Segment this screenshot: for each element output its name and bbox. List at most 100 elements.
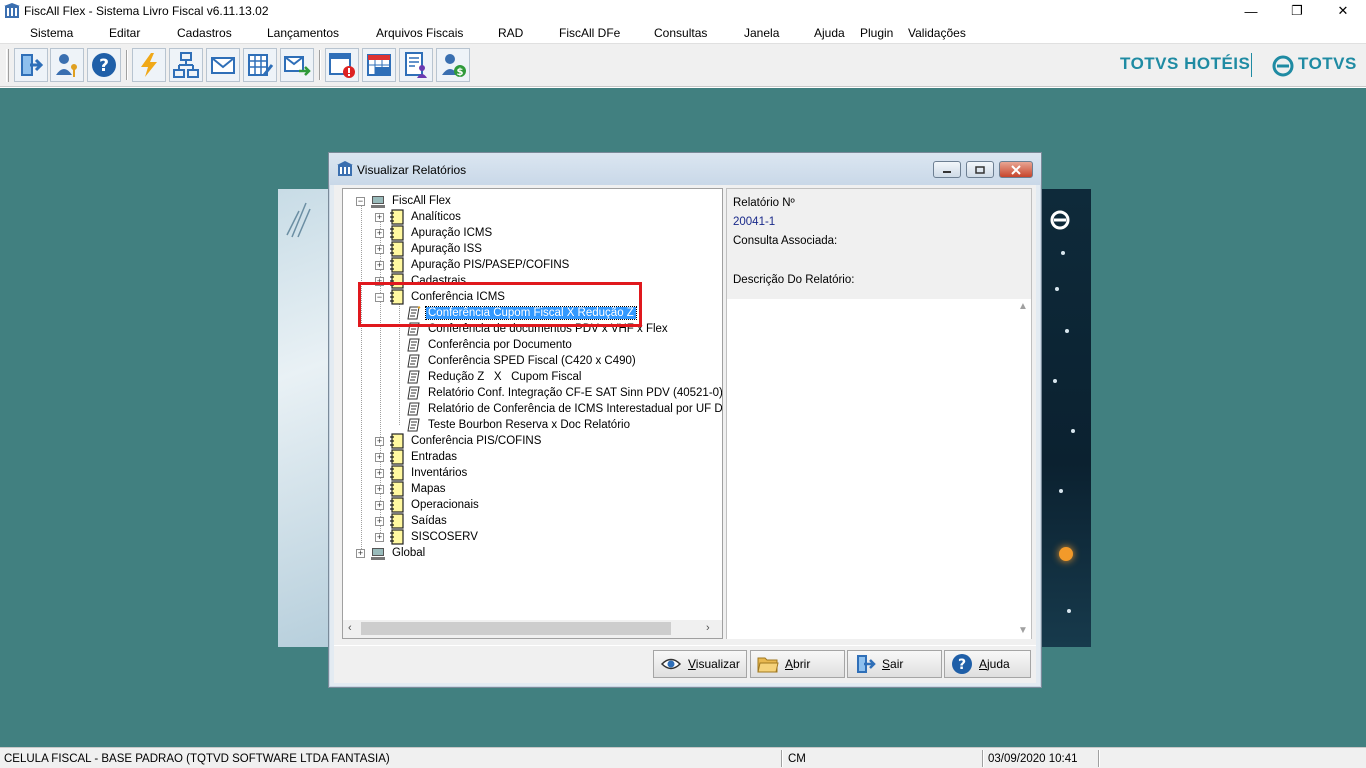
tree-node-group[interactable]: + Inventários	[375, 465, 469, 481]
menu-plugin[interactable]: Plugin	[860, 26, 893, 40]
network-button[interactable]	[169, 48, 203, 82]
tree-leaf-report[interactable]: Redução Z X Cupom Fiscal	[407, 369, 583, 385]
tree-node-group[interactable]: + Conferência PIS/COFINS	[375, 433, 543, 449]
tree-leaf-report[interactable]: Teste Bourbon Reserva x Doc Relatório	[407, 417, 632, 433]
send-mail-button[interactable]	[280, 48, 314, 82]
expand-icon[interactable]: +	[375, 516, 384, 526]
status-bar: CELULA FISCAL - BASE PADRAO (TQTVD SOFTW…	[0, 747, 1366, 768]
expand-icon[interactable]: +	[356, 548, 365, 558]
menu-editar[interactable]: Editar	[109, 26, 140, 40]
tree-leaf-report[interactable]: Relatório Conf. Integração CF-E SAT Sinn…	[407, 385, 722, 401]
tree-node-group[interactable]: + Entradas	[375, 449, 459, 465]
menu-consultas[interactable]: Consultas	[654, 26, 707, 40]
lightning-button[interactable]	[132, 48, 166, 82]
svg-text:?: ?	[958, 657, 966, 673]
tree-node-root[interactable]: − FiscAll Flex	[356, 193, 453, 209]
description-vertical-scrollbar[interactable]: ▲ ▼	[1014, 299, 1031, 639]
user-key-icon	[56, 54, 77, 77]
expand-icon[interactable]: +	[375, 532, 384, 542]
spreadsheet-edit-button[interactable]	[243, 48, 277, 82]
collapse-icon[interactable]: −	[356, 196, 365, 206]
light-dot	[1071, 429, 1075, 433]
tree-leaf-report[interactable]: Conferência SPED Fiscal (C420 x C490)	[407, 353, 638, 369]
abrir-button[interactable]: Abrir	[750, 650, 845, 678]
tree-node-group[interactable]: + Mapas	[375, 481, 448, 497]
expand-icon[interactable]: +	[375, 452, 384, 462]
tree-horizontal-scrollbar[interactable]: ‹ ›	[343, 620, 722, 638]
restore-button[interactable]: ❐	[1274, 0, 1320, 22]
menu-lancamentos[interactable]: Lançamentos	[267, 26, 339, 40]
scroll-right-icon[interactable]: ›	[706, 622, 710, 634]
tree-node-group[interactable]: + Apuração PIS/PASEP/COFINS	[375, 257, 571, 273]
minimize-button[interactable]: —	[1228, 0, 1274, 22]
close-icon	[1011, 164, 1021, 175]
report-info-panel: Relatório Nº 20041-1 Consulta Associada:…	[726, 188, 1032, 639]
tree-node-group[interactable]: + Analíticos	[375, 209, 463, 225]
user-key-button[interactable]	[50, 48, 84, 82]
menu-sistema[interactable]: Sistema	[30, 26, 73, 40]
expand-icon[interactable]: +	[375, 468, 384, 478]
light-dot	[1059, 489, 1063, 493]
expand-icon[interactable]: +	[375, 436, 384, 446]
dialog-minimize-button[interactable]	[933, 161, 961, 178]
help-button[interactable]: ?	[87, 48, 121, 82]
svg-text:?: ?	[99, 56, 109, 76]
description-label: Descrição Do Relatório:	[733, 274, 855, 286]
tree-node-group[interactable]: + Operacionais	[375, 497, 481, 513]
svg-text:$: $	[457, 67, 464, 78]
close-button[interactable]: ✕	[1320, 0, 1366, 22]
menu-rad[interactable]: RAD	[498, 26, 523, 40]
window-alert-button[interactable]	[325, 48, 359, 82]
toolbar-separator	[126, 50, 128, 80]
menu-janela[interactable]: Janela	[744, 26, 779, 40]
icms-calendar-button[interactable]	[362, 48, 396, 82]
ajuda-button[interactable]: ? Ajuda	[944, 650, 1031, 678]
highlight-annotation	[358, 282, 642, 327]
totvs-symbol-icon	[1050, 210, 1070, 230]
menu-validacoes[interactable]: Validações	[908, 26, 966, 40]
tree-node-group[interactable]: + SISCOSERV	[375, 529, 480, 545]
expand-icon[interactable]: +	[375, 484, 384, 494]
notebook-icon	[390, 529, 404, 545]
computer-icon	[371, 548, 385, 560]
scrollbar-thumb[interactable]	[361, 622, 671, 635]
document-user-button[interactable]	[399, 48, 433, 82]
expand-icon[interactable]: +	[375, 212, 384, 222]
dialog-maximize-button[interactable]	[966, 161, 994, 178]
report-number-label: Relatório Nº	[733, 197, 795, 209]
menu-cadastros[interactable]: Cadastros	[177, 26, 232, 40]
tree-node-group[interactable]: + Apuração ISS	[375, 241, 484, 257]
tree-node-global[interactable]: + Global	[356, 545, 427, 561]
toolbar-grip[interactable]	[6, 49, 9, 82]
exit-button[interactable]	[14, 48, 48, 82]
notebook-icon	[390, 225, 404, 241]
expand-icon[interactable]: +	[375, 244, 384, 254]
report-number-value: 20041-1	[733, 216, 776, 228]
sair-button[interactable]: Sair	[847, 650, 942, 678]
tree-leaf-report[interactable]: Conferência por Documento	[407, 337, 574, 353]
tree-node-group[interactable]: + Saídas	[375, 513, 449, 529]
window-title: FiscAll Flex - Sistema Livro Fiscal v6.1…	[24, 4, 269, 18]
visualizar-button[interactable]: Visualizar	[653, 650, 747, 678]
scroll-down-icon[interactable]: ▼	[1018, 625, 1028, 636]
report-page-icon	[407, 338, 420, 352]
envelope-button[interactable]	[206, 48, 240, 82]
scroll-left-icon[interactable]: ‹	[348, 622, 352, 634]
light-dot	[1067, 609, 1071, 613]
menu-arquivos-fiscais[interactable]: Arquivos Fiscais	[376, 26, 463, 40]
expand-icon[interactable]: +	[375, 500, 384, 510]
tree-node-group[interactable]: + Apuração ICMS	[375, 225, 494, 241]
expand-icon[interactable]: +	[375, 228, 384, 238]
tree-leaf-report[interactable]: Relatório de Conferência de ICMS Interes…	[407, 401, 722, 417]
report-tree[interactable]: − FiscAll Flex + Analíticos + Apuração I…	[342, 188, 723, 639]
background-image-left	[278, 189, 328, 647]
background-image-right	[1041, 189, 1091, 647]
description-textarea[interactable]: ▲ ▼	[727, 299, 1031, 639]
expand-icon[interactable]: +	[375, 260, 384, 270]
dialog-close-button[interactable]	[999, 161, 1033, 178]
scroll-up-icon[interactable]: ▲	[1018, 301, 1028, 312]
menu-fiscall-dfe[interactable]: FiscAll DFe	[559, 26, 620, 40]
menu-ajuda[interactable]: Ajuda	[814, 26, 845, 40]
user-money-button[interactable]: $	[436, 48, 470, 82]
dialog-title-bar[interactable]: Visualizar Relatórios	[329, 153, 1041, 185]
